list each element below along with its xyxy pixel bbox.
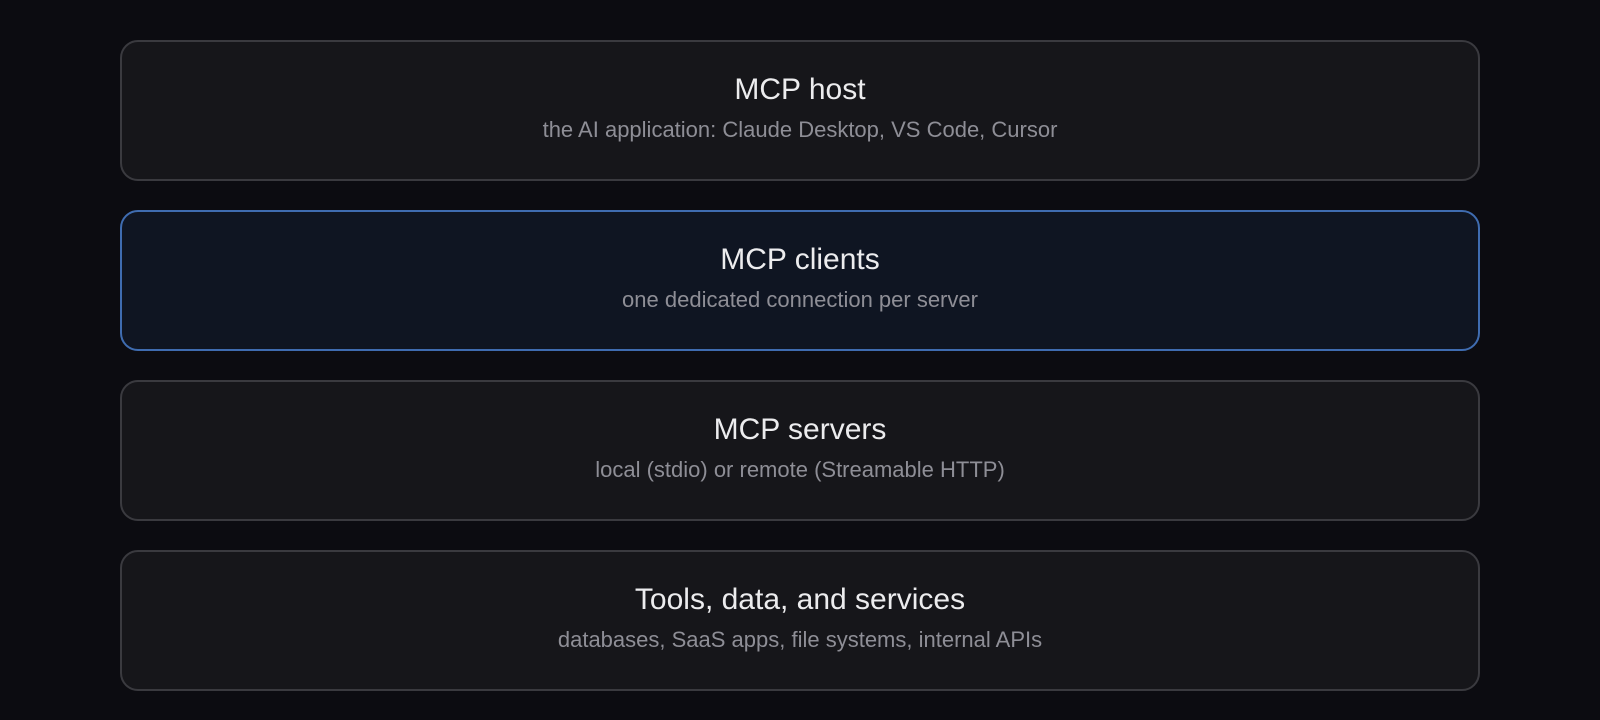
layer-mcp-servers: MCP servers local (stdio) or remote (Str… (120, 380, 1480, 521)
layer-title: Tools, data, and services (634, 582, 966, 616)
architecture-stack: MCP host the AI application: Claude Desk… (120, 40, 1480, 691)
layer-title: MCP host (734, 72, 866, 106)
layer-mcp-host: MCP host the AI application: Claude Desk… (120, 40, 1480, 181)
layer-title: MCP clients (720, 242, 880, 276)
layer-subtitle: one dedicated connection per server (622, 286, 978, 312)
layer-title: MCP servers (713, 412, 887, 446)
layer-subtitle: local (stdio) or remote (Streamable HTTP… (595, 456, 1005, 482)
layer-subtitle: databases, SaaS apps, file systems, inte… (557, 626, 1043, 652)
layer-tools-data-services: Tools, data, and services databases, Saa… (120, 550, 1480, 691)
layer-subtitle: the AI application: Claude Desktop, VS C… (542, 116, 1058, 142)
layer-mcp-clients: MCP clients one dedicated connection per… (120, 210, 1480, 351)
